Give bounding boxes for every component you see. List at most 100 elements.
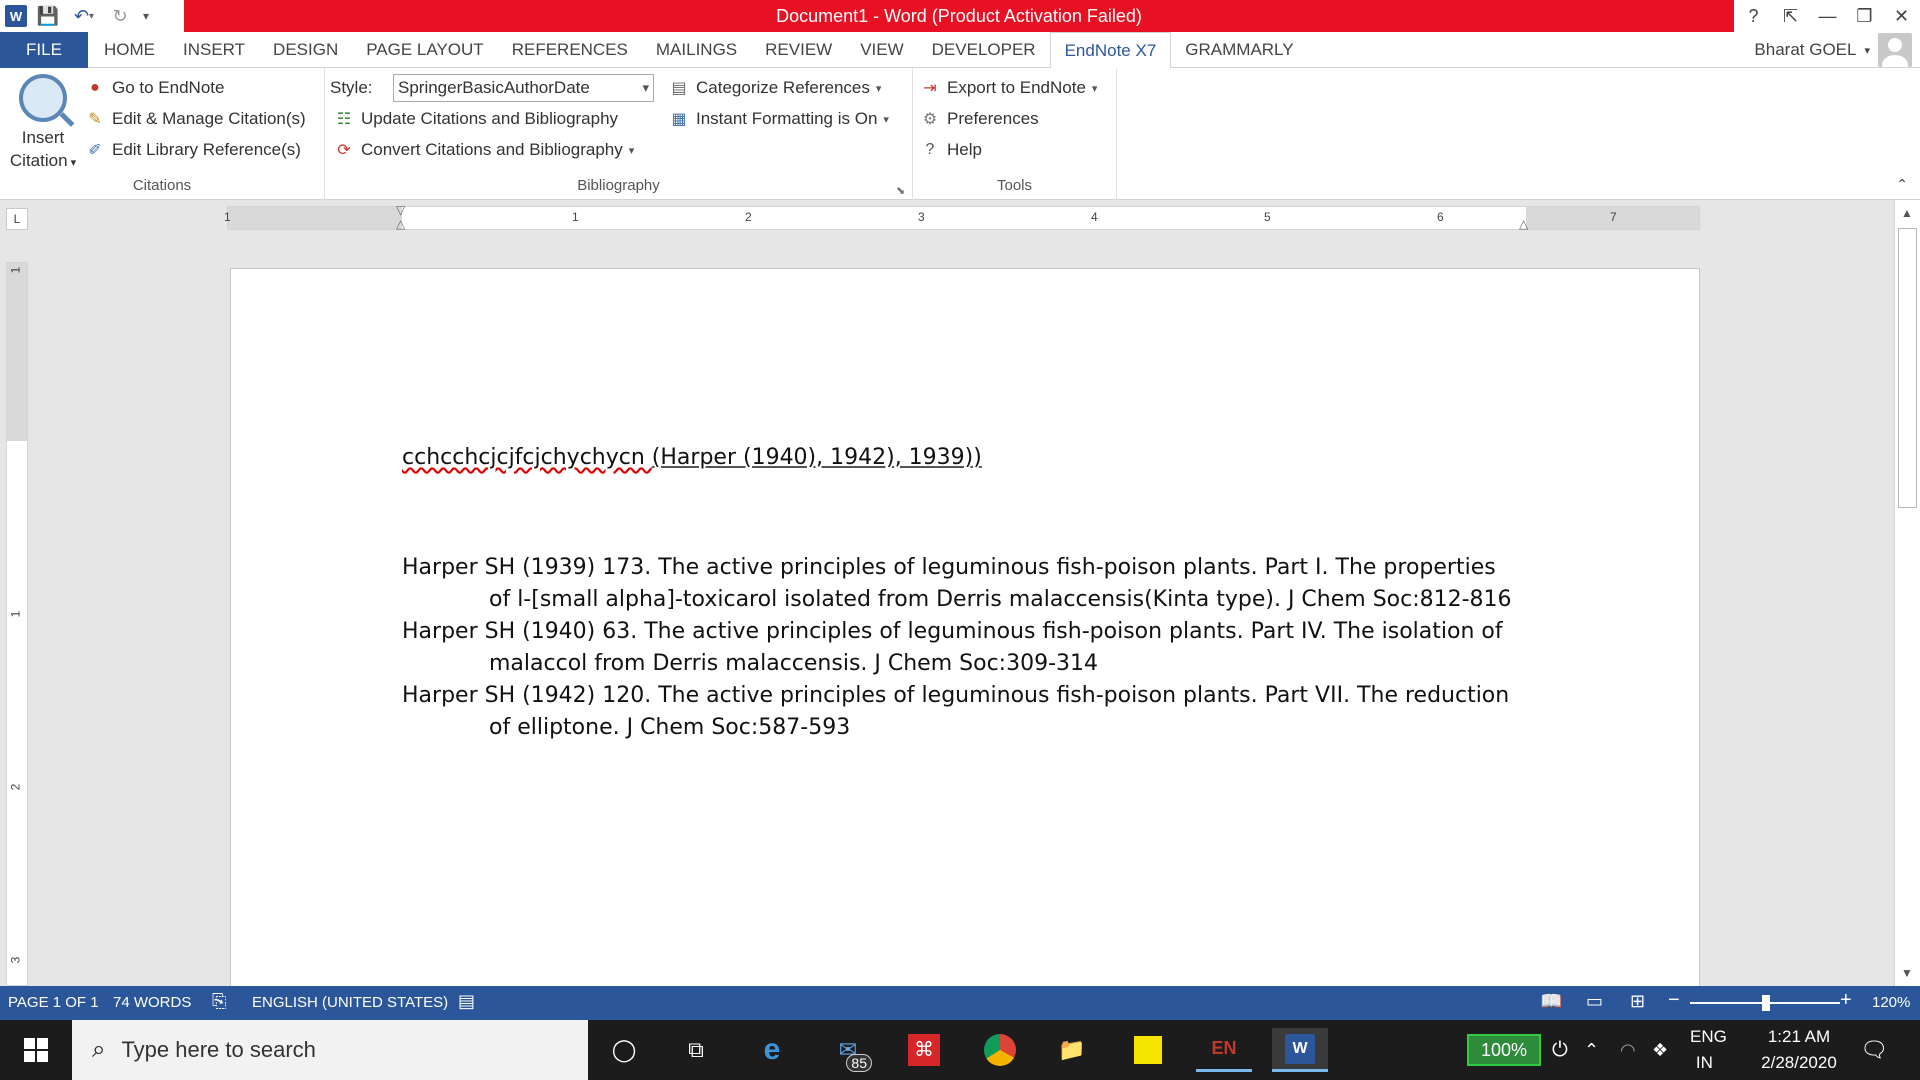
language-indicator[interactable]: ENGLISH (UNITED STATES) [252,994,448,1011]
categorize-references-button[interactable]: ▤ Categorize References ▾ [668,74,881,102]
tab-home[interactable]: HOME [90,32,169,68]
start-button[interactable] [0,1020,72,1080]
convert-icon: ⟳ [337,142,351,159]
tab-insert[interactable]: INSERT [169,32,259,68]
tab-file[interactable]: FILE [0,31,88,68]
citations-group-label: Citations [132,177,192,194]
chevron-down-icon: ▾ [875,82,882,95]
mail-icon[interactable]: ✉ 85 [820,1028,876,1072]
taskbar-search[interactable]: ⌕ Type here to search [72,1020,588,1080]
endnote-taskbar-icon[interactable]: EN [1196,1028,1252,1072]
tab-grammarly[interactable]: GRAMMARLY [1171,32,1307,68]
tab-endnote-x7[interactable]: EndNote X7 [1049,31,1172,69]
sticky-notes-icon[interactable] [1120,1028,1176,1072]
tab-references[interactable]: REFERENCES [498,32,642,68]
clock[interactable]: 1:21 AM 2/28/2020 [1744,1020,1854,1080]
collapse-ribbon-icon[interactable]: ⌃ [1896,176,1908,193]
help-button[interactable]: ? Help [919,136,982,164]
bibliography[interactable]: Harper SH (1939) 173. The active princip… [402,552,1522,744]
customize-qat-icon[interactable]: ▾ [136,0,156,32]
user-name[interactable]: Bharat GOEL [1754,40,1856,60]
tab-developer[interactable]: DEVELOPER [918,32,1050,68]
quick-access-toolbar: W 💾 ↶ ▾ ↻ ▾ [0,0,156,32]
power-plug-icon[interactable]: ⏻ [1552,1020,1568,1080]
bibliography-group-label: Bibliography [577,177,660,194]
scrollbar-thumb[interactable] [1898,228,1917,508]
wifi-icon[interactable]: ◠ [1620,1020,1636,1080]
read-mode-icon[interactable]: 📖 [1540,991,1562,1012]
mail-badge: 85 [846,1054,872,1072]
macro-recording-icon[interactable]: ▤ [458,991,475,1012]
save-icon[interactable]: 💾 [32,0,64,32]
indent-marker-icon[interactable]: ▽ [396,203,405,217]
clock-date: 2/28/2020 [1761,1053,1837,1072]
vertical-ruler[interactable]: 1 1 2 3 [6,262,28,986]
chrome-icon[interactable] [972,1028,1028,1072]
zoom-in-icon[interactable]: + [1840,989,1852,1012]
ribbon-display-options-icon[interactable]: ⇱ [1772,0,1809,32]
bibliography-entry[interactable]: Harper SH (1940) 63. The active principl… [402,616,1522,680]
word-app-icon[interactable]: W [0,0,32,32]
vertical-scrollbar[interactable]: ▲ ▼ [1894,200,1920,986]
scroll-down-icon[interactable]: ▼ [1901,966,1913,980]
right-indent-marker-icon[interactable]: △ [1519,217,1528,231]
tab-selector[interactable]: L [6,208,28,230]
instant-formatting-button[interactable]: ▦ Instant Formatting is On ▾ [668,105,889,133]
zoom-out-icon[interactable]: − [1668,989,1680,1012]
redo-icon[interactable]: ↻ [104,0,136,32]
horizontal-ruler[interactable]: 1 1 2 3 4 5 6 7 ▽ △ △ [224,203,1700,231]
bibliography-entry[interactable]: Harper SH (1939) 173. The active princip… [402,552,1522,616]
user-account[interactable]: Bharat GOEL ▾ [1754,32,1912,68]
web-layout-icon[interactable]: ⊞ [1630,991,1645,1012]
export-to-endnote-button[interactable]: ⇥ Export to EndNote ▾ [919,74,1097,102]
help-icon[interactable]: ? [1735,0,1772,32]
dropbox-icon[interactable]: ❖ [1652,1020,1668,1080]
chevron-down-icon[interactable]: ▾ [1864,44,1870,57]
file-explorer-icon[interactable]: 📁 [1044,1028,1100,1072]
acrobat-icon[interactable]: ⌘ [896,1028,952,1072]
bibliography-entry[interactable]: Harper SH (1942) 120. The active princip… [402,680,1522,744]
dialog-launcher-icon[interactable]: ⬊ [896,184,905,197]
input-language[interactable]: ENG IN [1690,1020,1727,1080]
zoom-level[interactable]: 120% [1872,994,1910,1011]
chevron-down-icon: ▾ [67,157,77,169]
tab-view[interactable]: VIEW [846,32,917,68]
edit-library-reference-button[interactable]: ✐ Edit Library Reference(s) [84,136,301,164]
action-center-icon[interactable]: 🗨 [1860,1020,1888,1080]
preferences-button[interactable]: ⚙ Preferences [919,105,1039,133]
go-to-endnote-label: Go to EndNote [112,78,225,97]
word-taskbar-icon[interactable]: W [1272,1028,1328,1072]
minimize-button[interactable]: — [1809,0,1846,32]
print-layout-icon[interactable]: ▭ [1586,991,1603,1012]
scroll-up-icon[interactable]: ▲ [1901,206,1913,220]
cortana-icon[interactable]: ◯ [596,1028,652,1072]
undo-icon[interactable]: ↶ ▾ [64,0,104,32]
tab-review[interactable]: REVIEW [751,32,846,68]
edge-icon[interactable]: e [744,1028,800,1072]
style-dropdown[interactable]: SpringerBasicAuthorDate [393,74,654,102]
edit-manage-citations-button[interactable]: ✎ Edit & Manage Citation(s) [84,105,305,133]
task-view-icon[interactable]: ⧉ [668,1028,724,1072]
convert-citations-button[interactable]: ⟳ Convert Citations and Bibliography ▾ [333,136,634,164]
word-count[interactable]: 74 WORDS [113,994,191,1011]
tab-mailings[interactable]: MAILINGS [642,32,751,68]
body-paragraph[interactable]: cchcchcjcjfcjchychycn (Harper (1940), 19… [402,445,982,470]
indent-marker-icon[interactable]: △ [396,217,405,231]
update-citations-button[interactable]: ☷ Update Citations and Bibliography [333,105,618,133]
show-hidden-icons-icon[interactable]: ⌃ [1584,1020,1599,1080]
tab-design[interactable]: DESIGN [259,32,352,68]
close-button[interactable]: ✕ [1883,0,1920,32]
tab-page-layout[interactable]: PAGE LAYOUT [352,32,497,68]
window-controls: ? ⇱ — ❐ ✕ [1735,0,1920,32]
misspelled-text[interactable]: cchcchcjcjfcjchychycn [402,445,652,470]
restore-button[interactable]: ❐ [1846,0,1883,32]
avatar[interactable] [1878,33,1912,67]
zoom-slider-thumb[interactable] [1762,995,1770,1011]
go-to-endnote-button[interactable]: ● Go to EndNote [84,74,224,102]
citation-field[interactable]: (Harper (1940), 1942), 1939)) [652,445,982,470]
region-code: IN [1695,1053,1713,1072]
proofing-icon[interactable]: ⎘ [212,991,226,1012]
battery-indicator[interactable]: 100% [1467,1034,1541,1066]
page-count[interactable]: PAGE 1 OF 1 [8,994,99,1011]
insert-citation-button[interactable]: Insert Citation ▾ [8,74,78,175]
